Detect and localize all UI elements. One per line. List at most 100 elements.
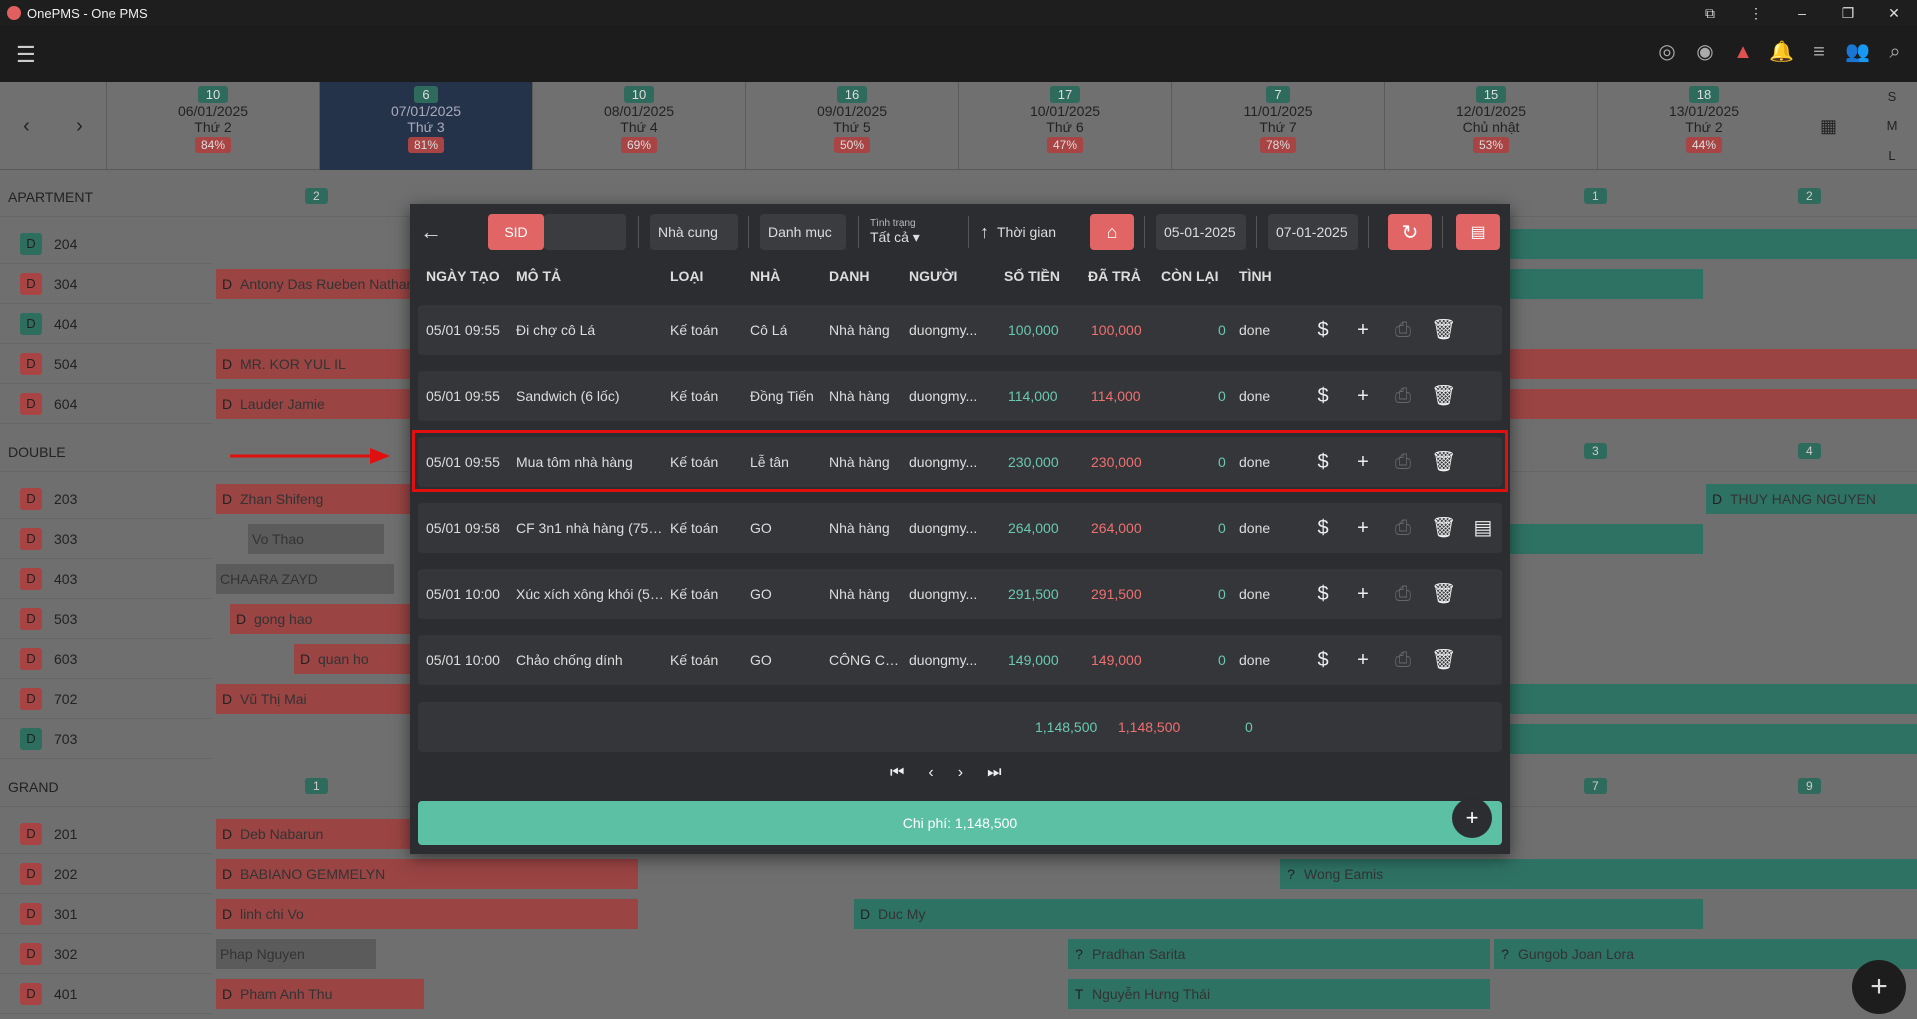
prev-week-icon[interactable]: ‹: [23, 115, 30, 138]
close-button[interactable]: ✕: [1871, 0, 1917, 26]
first-page-icon[interactable]: ⏮: [890, 764, 904, 782]
status-select[interactable]: Tình trạng Tất cả ▾: [870, 214, 960, 250]
expense-summary-button[interactable]: Chi phí: 1,148,500: [418, 801, 1502, 845]
booking-bar[interactable]: [1510, 269, 1703, 299]
dollar-icon[interactable]: $: [1311, 569, 1335, 619]
trash-icon[interactable]: 🗑: [1431, 569, 1456, 619]
last-page-icon[interactable]: ⏭: [987, 764, 1001, 782]
time-sort[interactable]: ↑ Thời gian: [980, 214, 1056, 250]
more-vert-icon[interactable]: ⋮: [1733, 0, 1779, 26]
table-row[interactable]: 05/01 09:55 Đi chợ cô Lá Kế toán Cô Lá N…: [418, 305, 1502, 355]
booking-bar[interactable]: Vo Thao: [248, 524, 384, 554]
plus-icon[interactable]: +: [1351, 569, 1375, 619]
booking-bar[interactable]: Dgong hao: [230, 604, 410, 634]
date-column[interactable]: 10 06/01/2025 Thứ 2 84%: [106, 82, 319, 170]
date-column[interactable]: 7 11/01/2025 Thứ 7 78%: [1171, 82, 1384, 170]
list-icon[interactable]: ≡: [1807, 40, 1831, 64]
dollar-icon[interactable]: $: [1311, 305, 1335, 355]
room-row[interactable]: D 303: [0, 519, 212, 559]
date-column-selected[interactable]: 6 07/01/2025 Thứ 3 81%: [319, 82, 532, 170]
booking-bar[interactable]: ? Pradhan Sarita: [1068, 939, 1490, 969]
room-row[interactable]: D 702: [0, 679, 212, 719]
date-column[interactable]: 10 08/01/2025 Thứ 4 69%: [532, 82, 745, 170]
sid-input[interactable]: [544, 214, 626, 250]
table-row[interactable]: 05/01 09:58 CF 3n1 nhà hàng (75g... Kế t…: [418, 503, 1502, 553]
room-row[interactable]: D 301: [0, 894, 212, 934]
booking-bar[interactable]: [1510, 389, 1917, 419]
booking-bar[interactable]: CHAARA ZAYD: [216, 564, 394, 594]
room-row[interactable]: D 304: [0, 264, 212, 304]
bank-icon[interactable]: ⌂: [1090, 214, 1134, 250]
size-s-toggle[interactable]: S: [1888, 89, 1897, 104]
export-file-icon[interactable]: ▤: [1456, 214, 1500, 250]
room-row[interactable]: D 202: [0, 854, 212, 894]
room-row[interactable]: D 401: [0, 974, 212, 1014]
booking-bar[interactable]: D THUY HANG NGUYEN: [1706, 484, 1917, 514]
booking-bar[interactable]: [1510, 349, 1917, 379]
room-row[interactable]: D 603: [0, 639, 212, 679]
dollar-icon[interactable]: $: [1311, 371, 1335, 421]
date-to-input[interactable]: 07-01-2025: [1268, 214, 1358, 250]
dollar-icon[interactable]: $: [1311, 635, 1335, 685]
table-row[interactable]: 05/01 10:00 Xúc xích xông khói (5g... Kế…: [418, 569, 1502, 619]
booking-bar[interactable]: D MR. KOR YUL IL: [216, 349, 410, 379]
booking-bar[interactable]: D Vũ Thị Mai: [216, 684, 410, 714]
booking-bar[interactable]: D Deb Nabarun: [216, 819, 410, 849]
size-m-toggle[interactable]: M: [1887, 118, 1898, 133]
print-icon[interactable]: ⎙: [1391, 569, 1415, 619]
booking-bar[interactable]: [1510, 524, 1703, 554]
trash-icon[interactable]: 🗑: [1431, 503, 1456, 553]
booking-bar[interactable]: [1510, 229, 1917, 259]
booking-bar[interactable]: D Pham Anh Thu: [216, 979, 424, 1009]
room-row[interactable]: D 201: [0, 814, 212, 854]
trash-icon[interactable]: 🗑: [1431, 305, 1456, 355]
date-column[interactable]: 15 12/01/2025 Chủ nhật 53%: [1384, 82, 1597, 170]
room-row[interactable]: D 203: [0, 479, 212, 519]
minimize-button[interactable]: –: [1779, 0, 1825, 26]
back-arrow-icon[interactable]: ←: [420, 214, 442, 250]
fingerprint-icon[interactable]: ◎: [1655, 40, 1679, 64]
print-icon[interactable]: ⎙: [1391, 305, 1415, 355]
booking-bar[interactable]: T Nguyễn Hưng Thái: [1068, 979, 1490, 1009]
size-l-toggle[interactable]: L: [1888, 148, 1895, 163]
prev-page-icon[interactable]: ‹: [928, 764, 933, 782]
plus-icon[interactable]: +: [1351, 503, 1375, 553]
calendar-icon[interactable]: ▦: [1820, 116, 1837, 137]
booking-bar[interactable]: D Lauder Jamie: [216, 389, 410, 419]
booking-bar[interactable]: [1510, 684, 1917, 714]
add-fab-icon[interactable]: +: [1852, 960, 1906, 1014]
room-row[interactable]: D 604: [0, 384, 212, 424]
table-row[interactable]: 05/01 10:00 Chảo chống dính Kế toán GO C…: [418, 635, 1502, 685]
restore-button[interactable]: ❐: [1825, 0, 1871, 26]
supplier-filter[interactable]: Nhà cung: [650, 214, 738, 250]
room-row[interactable]: D 403: [0, 559, 212, 599]
room-row[interactable]: D 302: [0, 934, 212, 974]
plus-icon[interactable]: +: [1351, 635, 1375, 685]
booking-bar[interactable]: Phap Nguyen: [216, 939, 376, 969]
trash-icon[interactable]: 🗑: [1431, 635, 1456, 685]
date-column[interactable]: 16 09/01/2025 Thứ 5 50%: [745, 82, 958, 170]
print-icon[interactable]: ⎙: [1391, 635, 1415, 685]
next-week-icon[interactable]: ›: [76, 115, 83, 138]
date-from-input[interactable]: 05-01-2025: [1156, 214, 1246, 250]
add-user-icon[interactable]: 👥: [1845, 40, 1870, 64]
search-icon[interactable]: ⌕: [1883, 40, 1907, 64]
plus-icon[interactable]: +: [1351, 305, 1375, 355]
room-row[interactable]: D 504: [0, 344, 212, 384]
date-column[interactable]: 18 13/01/2025 Thứ 2 44%: [1597, 82, 1810, 170]
booking-bar[interactable]: Dlinh chi Vo: [216, 899, 638, 929]
room-row[interactable]: D 204: [0, 224, 212, 264]
room-row[interactable]: D 404: [0, 304, 212, 344]
print-icon[interactable]: ⎙: [1391, 371, 1415, 421]
eye-icon[interactable]: ◉: [1693, 40, 1717, 64]
add-expense-icon[interactable]: +: [1452, 798, 1492, 838]
booking-bar[interactable]: Dquan ho: [294, 644, 410, 674]
refresh-icon[interactable]: ↻: [1388, 214, 1432, 250]
date-column[interactable]: 17 10/01/2025 Thứ 6 47%: [958, 82, 1171, 170]
dollar-icon[interactable]: $: [1311, 503, 1335, 553]
warning-icon[interactable]: ▲: [1731, 40, 1755, 64]
bell-icon[interactable]: 🔔: [1769, 40, 1794, 64]
receipt-icon[interactable]: ▤: [1471, 503, 1495, 553]
trash-icon[interactable]: 🗑: [1431, 371, 1456, 421]
room-row[interactable]: D 503: [0, 599, 212, 639]
